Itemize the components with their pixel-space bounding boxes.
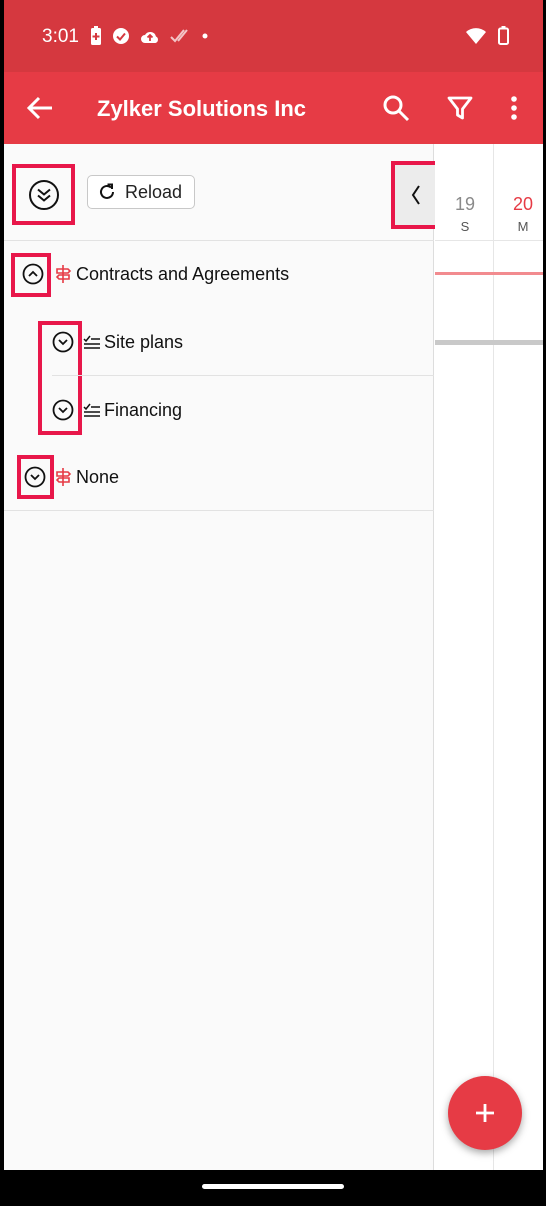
- more-vert-icon[interactable]: [502, 94, 526, 122]
- collapse-circle-icon[interactable]: [22, 263, 44, 285]
- day-number: 20: [512, 194, 534, 214]
- tasklist-icon: [83, 403, 100, 417]
- tree-item-none[interactable]: None: [4, 454, 434, 506]
- expand-circle-icon[interactable]: [52, 399, 74, 421]
- add-button[interactable]: [448, 1076, 522, 1150]
- app-bar: Zylker Solutions Inc: [4, 72, 543, 144]
- check-circle-icon: [113, 28, 129, 44]
- tree-item-label: Site plans: [104, 332, 184, 352]
- tree-toolbar: Reload: [4, 144, 440, 241]
- tree-item-contracts[interactable]: Contracts and Agreements: [4, 251, 434, 297]
- wifi-icon: [466, 27, 486, 44]
- expand-circle-icon[interactable]: [24, 466, 46, 488]
- gantt-calendar[interactable]: 19 S 20 M: [435, 144, 543, 1170]
- today-marker: [435, 272, 543, 275]
- filter-icon[interactable]: [446, 94, 474, 122]
- reload-button[interactable]: Reload: [87, 175, 195, 209]
- plus-icon: [476, 1104, 494, 1122]
- back-arrow-icon[interactable]: [26, 94, 54, 122]
- status-time: 3:01: [42, 26, 79, 47]
- day-letter: M: [517, 219, 529, 234]
- day-number: 19: [454, 194, 476, 214]
- milestone-icon: [55, 468, 72, 486]
- expand-circle-icon[interactable]: [52, 331, 74, 353]
- milestone-icon: [55, 265, 72, 283]
- double-chevron-down-icon: [28, 179, 59, 210]
- tree-panel: Reload Contracts and Agreements Site pla…: [4, 144, 440, 1170]
- search-icon[interactable]: [382, 94, 410, 122]
- header-divider: [435, 240, 543, 241]
- tree-item-financing[interactable]: Financing: [4, 388, 434, 443]
- page-title: Zylker Solutions Inc: [97, 96, 307, 121]
- notification-icons: [90, 26, 208, 46]
- row-divider: [52, 375, 434, 376]
- reload-label: Reload: [125, 181, 183, 202]
- day-column-19: 19 S: [443, 144, 487, 240]
- tree-item-site-plans[interactable]: Site plans: [4, 320, 434, 375]
- chevron-left-icon: [411, 185, 420, 205]
- status-bar: 3:01: [4, 0, 543, 72]
- tree-item-label: None: [76, 467, 120, 487]
- day-divider: [493, 144, 494, 1170]
- day-letter: S: [460, 219, 470, 234]
- system-nav-bar: [4, 1170, 543, 1206]
- battery-saver-icon: [91, 26, 101, 45]
- refresh-icon: [100, 183, 114, 199]
- screen: 3:01 Zylker Solutions Inc Reload Contrac…: [4, 0, 543, 1206]
- collapse-panel-button[interactable]: [391, 161, 440, 229]
- expand-all-button[interactable]: [12, 164, 75, 225]
- row-divider: [4, 510, 434, 511]
- dot-icon: [202, 33, 208, 39]
- battery-icon: [498, 26, 509, 45]
- tree-item-label: Contracts and Agreements: [76, 264, 290, 284]
- home-indicator[interactable]: [202, 1184, 344, 1189]
- tree-item-label: Financing: [104, 400, 183, 420]
- tasklist-icon: [83, 335, 100, 349]
- double-check-icon: [170, 29, 188, 43]
- system-icons: [466, 26, 509, 45]
- day-column-20: 20 M: [501, 144, 543, 240]
- task-bar[interactable]: [435, 340, 543, 345]
- cloud-upload-icon: [141, 32, 158, 43]
